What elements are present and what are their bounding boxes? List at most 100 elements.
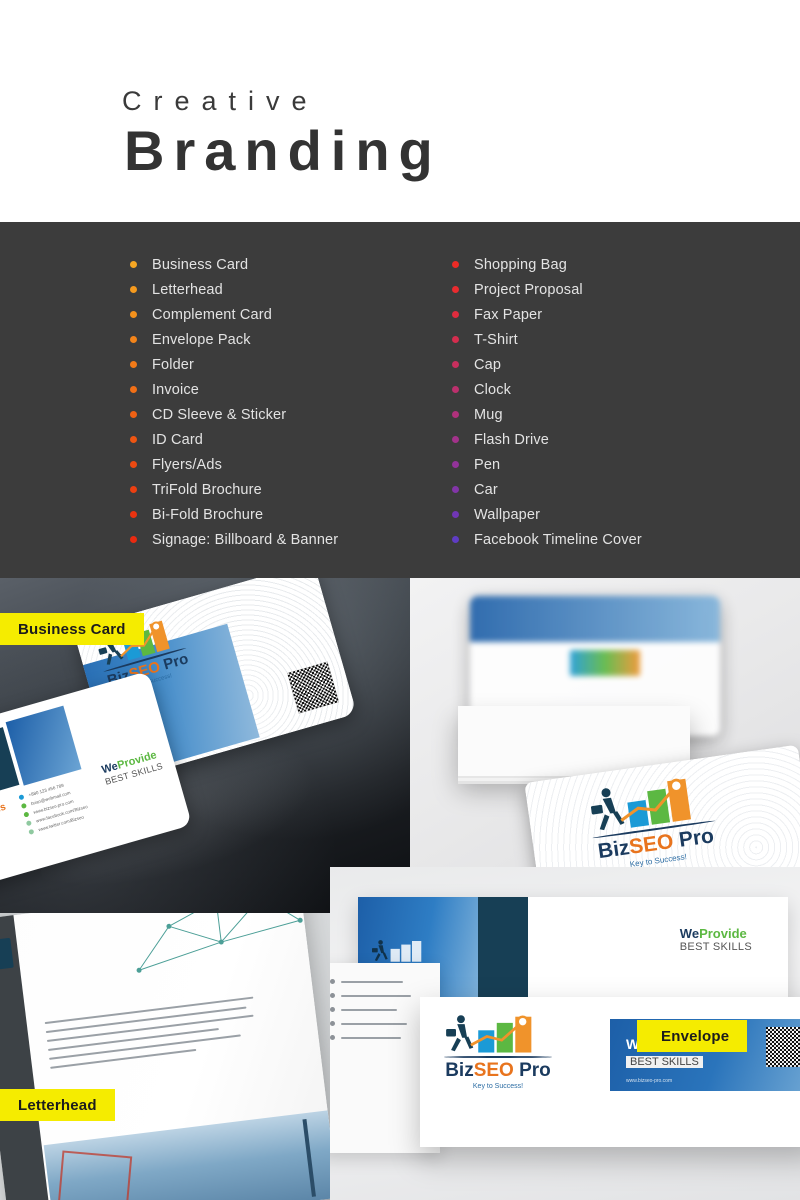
tag-letterhead: Letterhead bbox=[0, 1089, 115, 1121]
list-item: Flash Drive bbox=[452, 427, 800, 452]
deliverables-list-right: Shopping Bag Project Proposal Fax Paper … bbox=[452, 252, 800, 552]
card-header-band bbox=[470, 596, 720, 642]
twitter-icon bbox=[28, 828, 35, 835]
list-item: Shopping Bag bbox=[452, 252, 800, 277]
list-item-label: Letterhead bbox=[152, 281, 223, 298]
bullet-icon bbox=[452, 411, 459, 418]
list-item: Wallpaper bbox=[452, 502, 800, 527]
bullet-icon bbox=[130, 361, 137, 368]
tag-business-card: Business Card bbox=[0, 613, 144, 645]
bullet-icon bbox=[130, 536, 137, 543]
list-item: T-Shirt bbox=[452, 327, 800, 352]
mockup-letterhead bbox=[0, 913, 330, 1200]
bullet-icon bbox=[130, 436, 137, 443]
bullet-icon bbox=[130, 261, 137, 268]
card-person-name: Brian J. Klens bbox=[0, 801, 8, 831]
list-item: Invoice bbox=[130, 377, 400, 402]
list-item-label: ID Card bbox=[152, 431, 204, 448]
list-item: Signage: Billboard & Banner bbox=[130, 527, 400, 552]
phone-icon bbox=[18, 794, 25, 801]
logo-tagline: Key to Success! bbox=[472, 1083, 524, 1090]
envelope-website: www.bizseo-pro.com bbox=[626, 1078, 673, 1084]
list-item-label: Pen bbox=[474, 456, 501, 473]
list-item-label: Fax Paper bbox=[474, 306, 543, 323]
brand-logo: BizSEO Pro Key to Success! bbox=[444, 1013, 552, 1090]
list-item: Facebook Timeline Cover bbox=[452, 527, 800, 552]
tag-envelope: Envelope bbox=[637, 1020, 748, 1052]
bullet-icon bbox=[452, 361, 459, 368]
deliverables-column-left: Business Card Letterhead Complement Card… bbox=[0, 252, 400, 578]
bullet-icon bbox=[452, 536, 459, 543]
mockup-gallery: BizSEO Pro Key to Success! Brian J. Klen… bbox=[0, 578, 800, 1200]
list-item-label: Flash Drive bbox=[474, 431, 549, 448]
list-item-label: Cap bbox=[474, 356, 502, 373]
qr-code-icon bbox=[287, 661, 340, 714]
page-header: Creative Branding bbox=[0, 0, 800, 222]
list-item-label: Envelope Pack bbox=[152, 331, 251, 348]
card-slogan: WeProvide BEST SKILLS bbox=[100, 749, 164, 787]
list-item: Folder bbox=[130, 352, 400, 377]
bullet-icon bbox=[452, 286, 459, 293]
crane-shape bbox=[56, 1150, 133, 1200]
bullet-icon bbox=[452, 511, 459, 518]
bullet-icon bbox=[130, 511, 137, 518]
text-line bbox=[50, 1048, 197, 1069]
network-graphic-icon bbox=[136, 913, 303, 973]
letterhead-body-lines bbox=[44, 996, 259, 1069]
bullet-icon bbox=[130, 386, 137, 393]
list-item-label: Invoice bbox=[152, 381, 199, 398]
deliverables-column-right: Shopping Bag Project Proposal Fax Paper … bbox=[400, 252, 800, 578]
list-item-label: Mug bbox=[474, 406, 503, 423]
bullet-icon bbox=[452, 436, 459, 443]
envelope-slogan: WeProvide BEST SKILLS bbox=[679, 926, 752, 953]
list-item: Car bbox=[452, 477, 800, 502]
bullet-icon bbox=[130, 311, 137, 318]
facebook-icon bbox=[25, 820, 32, 827]
page-eyebrow: Creative bbox=[122, 86, 319, 116]
list-item: CD Sleeve & Sticker bbox=[130, 402, 400, 427]
contact-row-web bbox=[330, 1007, 411, 1012]
list-item-label: Clock bbox=[474, 381, 512, 398]
qr-code-icon bbox=[766, 1027, 800, 1067]
bullet-icon bbox=[452, 486, 459, 493]
logo-wordmark: BizSEO Pro bbox=[445, 1060, 551, 1081]
bullet-icon bbox=[130, 286, 137, 293]
bullet-icon bbox=[130, 411, 137, 418]
list-item-label: Folder bbox=[152, 356, 194, 373]
tower-shape bbox=[302, 1118, 316, 1197]
letterhead-photo-strip bbox=[43, 1110, 330, 1200]
list-item-label: Car bbox=[474, 481, 498, 498]
list-item-label: CD Sleeve & Sticker bbox=[152, 406, 287, 423]
list-item: Complement Card bbox=[130, 302, 400, 327]
list-item-label: Signage: Billboard & Banner bbox=[152, 531, 339, 548]
card-contact-block: +880 123 456 789 brian@webmail.com www.b… bbox=[18, 778, 90, 835]
list-item: Cap bbox=[452, 352, 800, 377]
bullet-icon bbox=[452, 336, 459, 343]
list-item: Envelope Pack bbox=[130, 327, 400, 352]
facebook-icon bbox=[330, 1021, 335, 1026]
globe-icon bbox=[330, 1007, 335, 1012]
contact-row-email bbox=[330, 993, 411, 998]
brand-logo: BizSEO Pro Key to Success! bbox=[586, 771, 721, 873]
mockup-business-card-stack: BizSEO Pro Key to Success! www.bizseo-pr… bbox=[410, 578, 800, 913]
list-item-label: Wallpaper bbox=[474, 506, 541, 523]
list-item-label: T-Shirt bbox=[474, 331, 518, 348]
email-icon bbox=[20, 802, 27, 809]
card-blue-block bbox=[5, 705, 82, 786]
bullet-icon bbox=[130, 336, 137, 343]
bullet-icon bbox=[452, 311, 459, 318]
phone-icon bbox=[330, 979, 335, 984]
list-item: Fax Paper bbox=[452, 302, 800, 327]
contact-row-twitter bbox=[330, 1035, 411, 1040]
list-item: Bi-Fold Brochure bbox=[130, 502, 400, 527]
list-item-label: Facebook Timeline Cover bbox=[474, 531, 642, 548]
list-item-label: Project Proposal bbox=[474, 281, 583, 298]
list-item-label: Flyers/Ads bbox=[152, 456, 222, 473]
branding-preview-page: Creative Branding Business Card Letterhe… bbox=[0, 0, 800, 1200]
list-item: Flyers/Ads bbox=[130, 452, 400, 477]
list-item-label: Complement Card bbox=[152, 306, 272, 323]
page-title: Branding bbox=[124, 119, 442, 182]
card-chart-blur bbox=[570, 650, 640, 676]
bullet-icon bbox=[452, 461, 459, 468]
bullet-icon bbox=[452, 386, 459, 393]
